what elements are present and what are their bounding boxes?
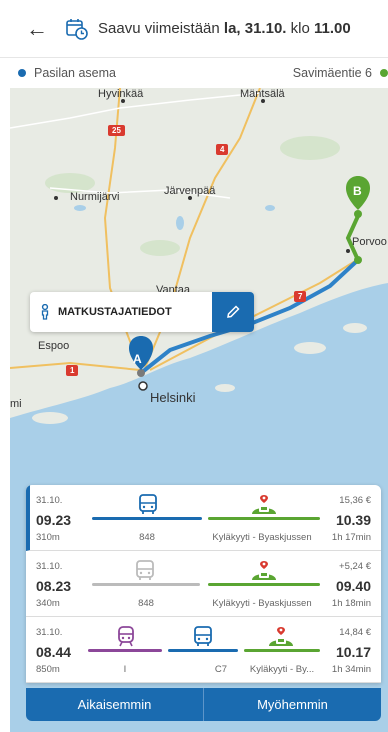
- place-hyvinkaa: Hyvinkää: [98, 88, 144, 100]
- destination-dot-icon: [380, 69, 388, 77]
- arrival-time-word: klo: [290, 20, 310, 37]
- origin-label: Pasilan asema: [34, 66, 116, 80]
- taxi-segment-bar: [208, 517, 320, 520]
- later-button[interactable]: Myöhemmin: [203, 688, 381, 721]
- place-partial: mi: [10, 398, 22, 410]
- row-arrive-time: 10.39: [335, 512, 371, 528]
- pagination-buttons: Aikaisemmin Myöhemmin: [26, 688, 381, 721]
- bus-segment-bar: [92, 583, 200, 586]
- forest-area: [280, 136, 340, 160]
- row-arrive-time: 10.17: [335, 644, 371, 660]
- row-depart-time: 09.23: [36, 512, 72, 528]
- road-4-badge: 4: [216, 144, 229, 155]
- helsinki-dot: [138, 381, 148, 391]
- passenger-info-card[interactable]: MATKUSTAJATIEDOT: [30, 292, 254, 332]
- road-25-badge: 25: [108, 125, 125, 136]
- place-jarvenpaa: Järvenpää: [164, 185, 216, 197]
- row-walk-distance: 340m: [36, 598, 60, 609]
- row-date: 31.10.: [36, 495, 63, 506]
- bus-segment-label: 848: [139, 532, 155, 543]
- place-nurmijarvi: Nurmijärvi: [70, 191, 120, 203]
- arrival-deadline[interactable]: Saavu viimeistään la, 31.10. klo 11.00: [98, 20, 351, 37]
- route-bar: Pasilan asema Savimäentie 6: [0, 58, 388, 88]
- taxi-segment-bar: [208, 583, 320, 586]
- route-destination[interactable]: Savimäentie 6: [293, 66, 388, 80]
- row-date: 31.10.: [36, 627, 63, 638]
- destination-label: Savimäentie 6: [292, 66, 372, 80]
- train-segment-label: I: [123, 664, 127, 675]
- place-mantsala: Mäntsälä: [240, 88, 285, 100]
- lake: [176, 216, 184, 230]
- passenger-info-label-wrap: MATKUSTAJATIEDOT: [30, 304, 212, 320]
- taxi-segment-label: Kyläkyyti - Byaskjussen: [212, 532, 312, 543]
- pencil-icon: [227, 305, 240, 318]
- train-segment-bar: [88, 649, 162, 652]
- row-price: 14,84 €: [339, 627, 371, 638]
- taxi-segment-bar: [244, 649, 320, 652]
- row-arrive-time: 09.40: [335, 578, 371, 594]
- row-price: 15,36 €: [339, 495, 371, 506]
- row-depart-time: 08.23: [36, 578, 72, 594]
- marker-a-label: A: [133, 352, 142, 366]
- passenger-info-label: MATKUSTAJATIEDOT: [58, 306, 172, 318]
- island: [215, 384, 235, 392]
- itinerary-row[interactable]: 31.10. 09.23 310m 848 Kyläkyyti - Byaskj…: [26, 485, 381, 551]
- origin-point: [137, 369, 145, 377]
- arrival-prefix: Saavu viimeistään: [98, 20, 220, 37]
- marker-b-label: B: [353, 184, 362, 198]
- earlier-button[interactable]: Aikaisemmin: [26, 688, 203, 721]
- road-7-badge: 7: [294, 291, 307, 302]
- bus-icon: [194, 626, 212, 646]
- train-icon: [118, 626, 134, 647]
- city-dot: [346, 249, 350, 253]
- forest-area: [140, 240, 180, 256]
- place-espoo: Espoo: [38, 340, 70, 352]
- village-taxi-icon: [269, 627, 293, 646]
- back-arrow-icon[interactable]: ←: [26, 16, 54, 42]
- row-date: 31.10.: [36, 561, 63, 572]
- bus-segment-bar: [92, 517, 202, 520]
- row-depart-time: 08.44: [36, 644, 72, 660]
- island: [294, 342, 326, 354]
- taxi-segment-label: Kyläkyyti - By...: [249, 664, 315, 675]
- destination-point: [354, 210, 362, 218]
- transfer-point: [354, 256, 362, 264]
- person-icon: [41, 304, 49, 320]
- village-taxi-icon: [252, 561, 276, 580]
- village-taxi-icon: [252, 495, 276, 514]
- itinerary-list: 31.10. 09.23 310m 848 Kyläkyyti - Byaskj…: [26, 485, 381, 683]
- place-helsinki: Helsinki: [150, 390, 196, 405]
- route-origin[interactable]: Pasilan asema: [18, 66, 116, 80]
- city-dot: [54, 196, 58, 200]
- bus-segment-label: 848: [138, 598, 154, 609]
- bus-icon: [139, 494, 157, 514]
- bus-icon: [136, 560, 154, 580]
- taxi-segment-label: Kyläkyyti - Byaskjussen: [212, 598, 312, 609]
- itinerary-row[interactable]: 31.10. 08.23 340m 848 Kyläkyyti - Byaskj…: [26, 551, 381, 617]
- row-duration: 1h 34min: [331, 664, 371, 675]
- edit-passenger-button[interactable]: [212, 292, 254, 332]
- header: ← Saavu viimeistään la, 31.10. klo 11.00: [0, 0, 388, 58]
- island: [343, 323, 367, 333]
- row-duration: 1h 17min: [331, 532, 371, 543]
- row-price: +5,24 €: [339, 561, 371, 572]
- row-walk-distance: 310m: [36, 532, 60, 543]
- place-porvoo: Porvoo: [352, 236, 387, 248]
- origin-dot-icon: [18, 69, 26, 77]
- calendar-clock-icon[interactable]: [66, 18, 88, 40]
- island: [32, 412, 68, 424]
- arrival-date: la, 31.10.: [223, 20, 287, 37]
- row-duration: 1h 18min: [331, 598, 371, 609]
- bus-segment-bar: [168, 649, 238, 652]
- lake: [265, 205, 275, 211]
- road-1-badge: 1: [66, 365, 79, 376]
- itinerary-row[interactable]: 31.10. 08.44 850m I C7 Kyläkyyti - By...: [26, 617, 381, 683]
- arrival-time: 11.00: [314, 20, 351, 37]
- row-walk-distance: 850m: [36, 664, 60, 675]
- lake: [74, 205, 86, 211]
